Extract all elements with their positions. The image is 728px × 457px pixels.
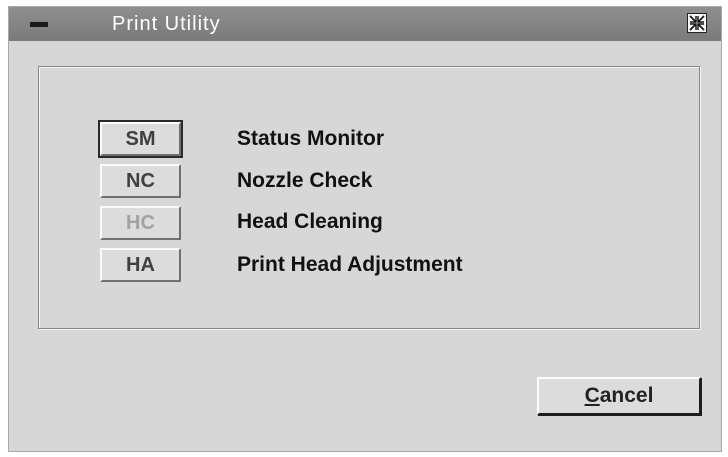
print-head-adjustment-label: Print Head Adjustment [237, 253, 463, 276]
nozzle-check-button[interactable]: NC [100, 164, 181, 198]
nozzle-check-label: Nozzle Check [237, 169, 373, 192]
status-monitor-label: Status Monitor [237, 127, 384, 150]
print-utility-window: Print Utility SM Status Monitor NC Nozzl… [8, 6, 722, 452]
cancel-button[interactable]: Cancel [537, 377, 701, 415]
cancel-mnemonic: C [584, 384, 600, 407]
cancel-label-rest: ancel [599, 384, 654, 407]
status-monitor-button[interactable]: SM [98, 120, 183, 158]
title-bar[interactable]: Print Utility [9, 7, 721, 41]
window-title: Print Utility [112, 13, 221, 35]
window-menu-icon[interactable] [19, 9, 59, 39]
print-head-adjustment-button[interactable]: HA [100, 248, 181, 282]
head-cleaning-button[interactable]: HC [100, 206, 181, 240]
head-cleaning-label: Head Cleaning [237, 210, 383, 233]
maximize-icon[interactable] [687, 13, 707, 33]
